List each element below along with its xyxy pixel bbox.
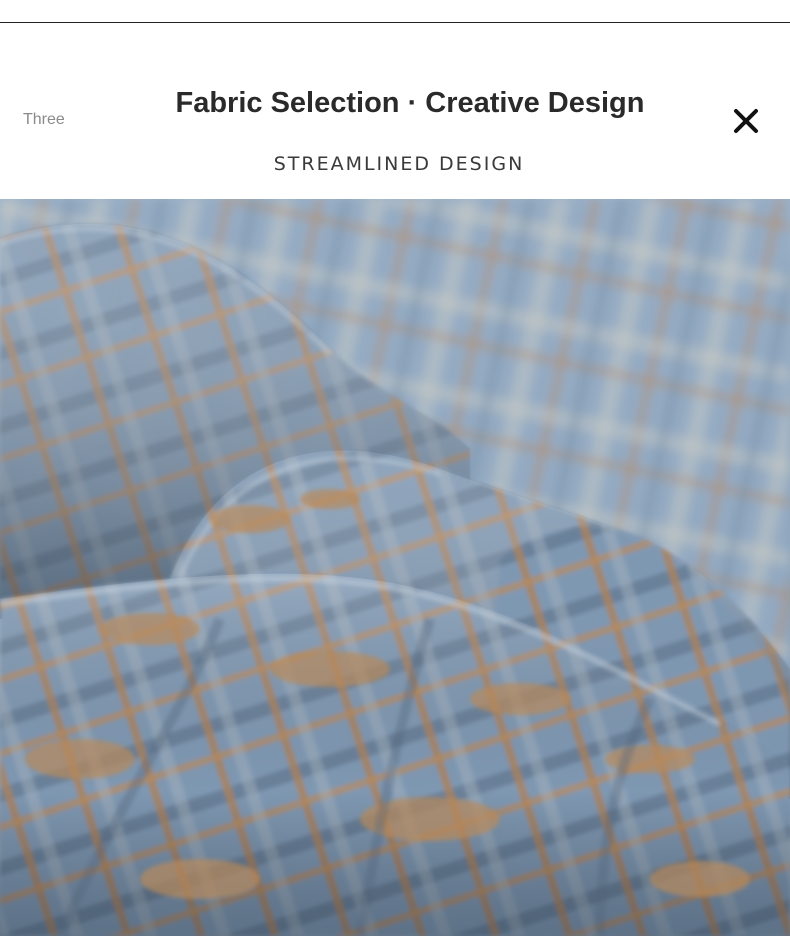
section-header: Three Fabric Selection · Creative Design… [0,23,790,199]
bottom-margin [0,936,790,949]
close-button[interactable] [730,105,762,137]
section-title: Fabric Selection · Creative Design [175,87,645,119]
plaid-fabric-image [0,199,790,936]
section-subtitle: STREAMLINED DESIGN [273,153,525,175]
fabric-photo [0,199,790,936]
close-icon [734,109,758,133]
